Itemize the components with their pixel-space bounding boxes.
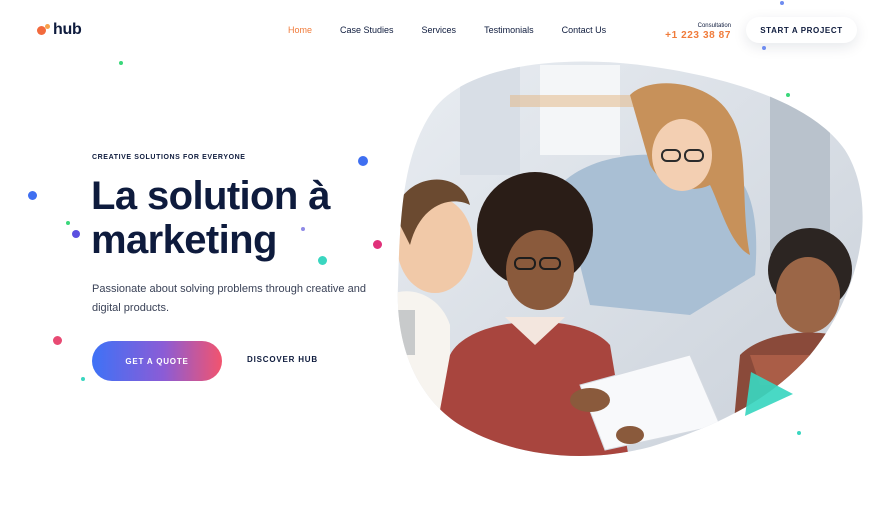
decor-dot (797, 431, 801, 435)
discover-hub-link[interactable]: DISCOVER HUB (247, 355, 318, 364)
decor-dot (72, 230, 80, 238)
decor-dot (780, 1, 784, 5)
start-project-button[interactable]: START A PROJECT (746, 17, 857, 43)
consultation-contact: Consultation +1 223 38 87 (665, 22, 731, 41)
decor-dot (762, 46, 766, 50)
logo[interactable]: hub (37, 21, 82, 39)
logo-mark-icon (37, 24, 52, 36)
hero-eyebrow: CREATIVE SOLUTIONS FOR EVERYONE (92, 154, 246, 161)
nav-item-services[interactable]: Services (422, 25, 457, 35)
decor-dot (119, 61, 123, 65)
consultation-phone[interactable]: +1 223 38 87 (665, 30, 731, 41)
hero-headline-line2: marketing (91, 218, 277, 262)
decor-dot (358, 156, 368, 166)
nav-item-case-studies[interactable]: Case Studies (340, 25, 394, 35)
decor-dot (53, 336, 62, 345)
decor-dot (66, 221, 70, 225)
decor-dot (28, 191, 37, 200)
hero-headline: La solution à marketing (91, 174, 411, 262)
hero-headline-line1: La solution à (91, 174, 330, 218)
decor-dot (786, 93, 790, 97)
decor-dot (373, 240, 382, 249)
decor-dot (301, 227, 305, 231)
hero-subtext: Passionate about solving problems throug… (92, 283, 366, 314)
nav-item-testimonials[interactable]: Testimonials (484, 25, 534, 35)
main-nav: Home Case Studies Services Testimonials … (288, 25, 634, 35)
nav-item-home[interactable]: Home (288, 25, 312, 35)
logo-text: hub (53, 21, 82, 38)
hero-photo (397, 61, 863, 456)
decor-dot (81, 377, 85, 381)
play-triangle-icon (745, 372, 793, 416)
consultation-label: Consultation (697, 23, 731, 29)
get-quote-button[interactable]: GET A QUOTE (92, 341, 222, 381)
nav-item-contact-us[interactable]: Contact Us (562, 25, 607, 35)
decor-dot (318, 256, 327, 265)
